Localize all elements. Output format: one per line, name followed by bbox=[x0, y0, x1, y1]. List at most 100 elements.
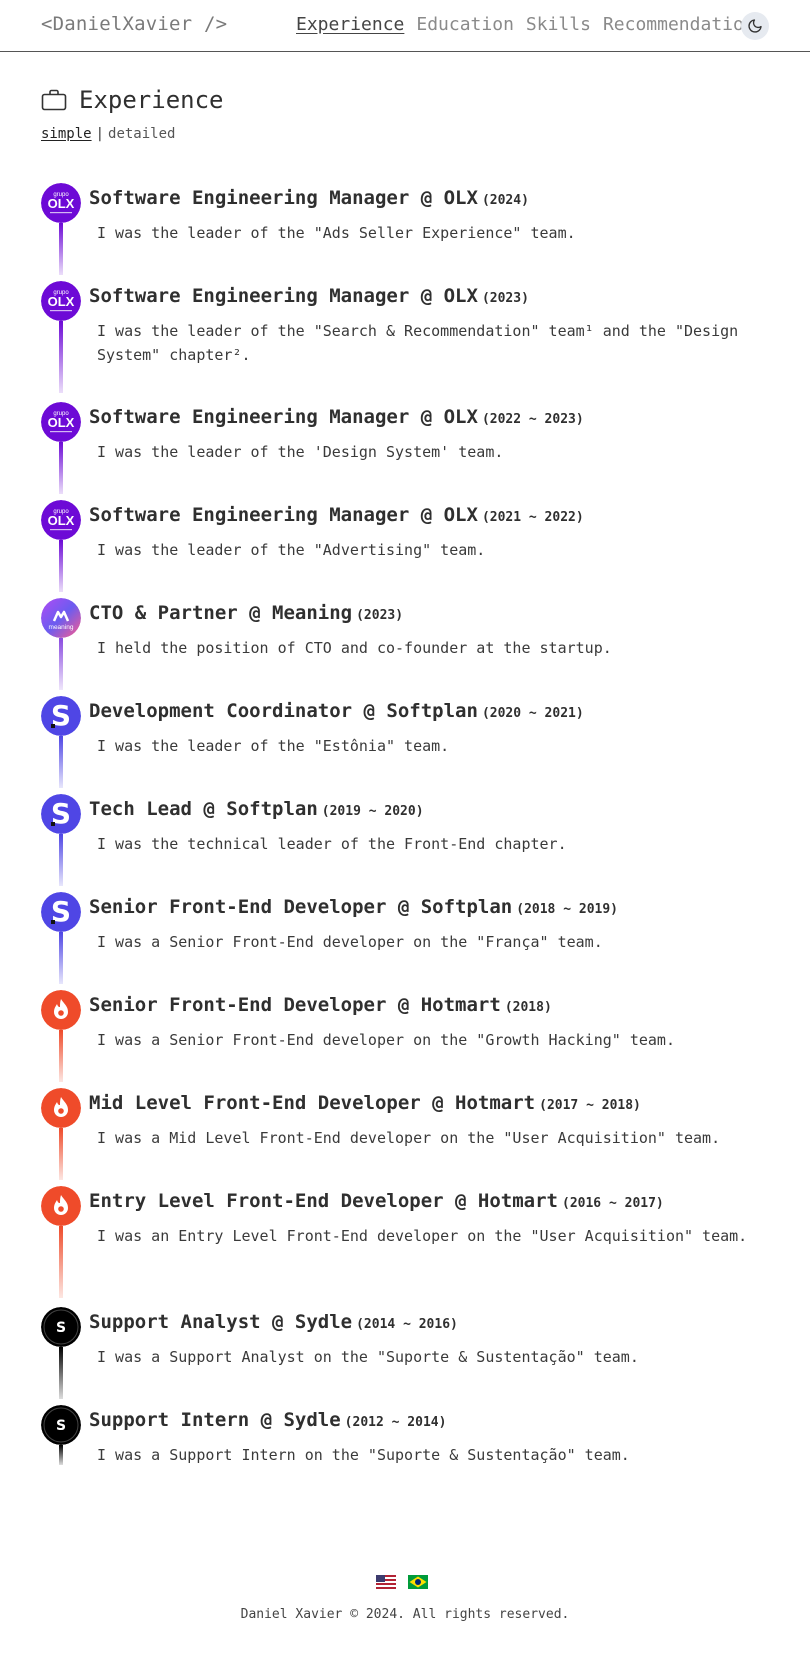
experience-period: (2019 ~ 2020) bbox=[321, 804, 424, 819]
us-flag-icon[interactable] bbox=[376, 1574, 396, 1589]
experience-description: I was the leader of the "Ads Seller Expe… bbox=[97, 224, 576, 242]
experience-period: (2021 ~ 2022) bbox=[481, 510, 584, 525]
experience-period: (2018) bbox=[504, 1000, 552, 1015]
timeline-connector bbox=[59, 736, 63, 788]
logo-text: OLX bbox=[48, 415, 75, 430]
experience-description: I was a Senior Front-End developer on th… bbox=[97, 1031, 675, 1049]
experience-period: (2012 ~ 2014) bbox=[344, 1415, 447, 1430]
sydle-logo-icon: S bbox=[41, 1307, 81, 1347]
logo-text: meaning bbox=[49, 624, 74, 631]
site-logo[interactable]: <DanielXavier /> bbox=[41, 13, 227, 35]
view-simple-link[interactable]: simple bbox=[41, 126, 92, 142]
nav-experience[interactable]: Experience bbox=[296, 14, 404, 35]
experience-description: I was a Support Intern on the "Suporte &… bbox=[97, 1446, 630, 1464]
experience-role: Software Engineering Manager @ OLX bbox=[89, 504, 478, 526]
experience-title: Development Coordinator @ Softplan (2020 … bbox=[89, 700, 584, 722]
experience-role: Senior Front-End Developer @ Hotmart bbox=[89, 994, 501, 1016]
experience-period: (2020 ~ 2021) bbox=[481, 706, 584, 721]
logo-text: OLX bbox=[48, 196, 75, 211]
logo-text: OLX bbox=[48, 513, 75, 528]
view-switch: simple | detailed bbox=[41, 126, 175, 142]
experience-title: Entry Level Front-End Developer @ Hotmar… bbox=[89, 1190, 664, 1212]
nav-skills[interactable]: Skills bbox=[526, 14, 591, 35]
experience-title: Software Engineering Manager @ OLX (2024) bbox=[89, 187, 529, 209]
olx-logo-icon: grupo OLX bbox=[41, 281, 81, 321]
experience-role: Support Intern @ Sydle bbox=[89, 1409, 341, 1431]
experience-description: I was a Support Analyst on the "Suporte … bbox=[97, 1348, 639, 1366]
timeline-connector bbox=[59, 442, 63, 494]
experience-period: (2014 ~ 2016) bbox=[356, 1317, 458, 1332]
softplan-logo-icon: S bbox=[41, 696, 81, 736]
experience-period: (2018 ~ 2019) bbox=[516, 902, 618, 917]
main-nav: Experience Education Skills Recommendati… bbox=[296, 14, 778, 35]
hotmart-logo-icon bbox=[41, 990, 81, 1030]
experience-description: I was the leader of the "Search & Recomm… bbox=[97, 322, 739, 364]
timeline-connector bbox=[59, 1445, 63, 1465]
logo-text: S bbox=[56, 1320, 66, 1336]
hotmart-logo-icon bbox=[41, 1186, 81, 1226]
experience-title: Mid Level Front-End Developer @ Hotmart(… bbox=[89, 1092, 641, 1114]
experience-role: Senior Front-End Developer @ Softplan bbox=[89, 896, 513, 918]
experience-role: Software Engineering Manager @ OLX bbox=[89, 187, 478, 209]
experience-role: Software Engineering Manager @ OLX bbox=[89, 406, 478, 428]
timeline-connector bbox=[59, 321, 63, 393]
logo-text: S bbox=[56, 1418, 66, 1434]
experience-description: I held the position of CTO and co-founde… bbox=[97, 639, 612, 657]
experience-title: Senior Front-End Developer @ Hotmart (201… bbox=[89, 994, 552, 1016]
experience-description: I was the leader of the 'Design System' … bbox=[97, 443, 504, 461]
experience-period: (2016 ~ 2017) bbox=[562, 1196, 664, 1211]
timeline-connector bbox=[59, 1226, 63, 1298]
experience-period: (2023) bbox=[481, 291, 529, 306]
experience-title: Software Engineering Manager @ OLX (2023) bbox=[89, 285, 529, 307]
experience-title: Tech Lead @ Softplan (2019 ~ 2020) bbox=[89, 798, 424, 820]
experience-title: Support Intern @ Sydle (2012 ~ 2014) bbox=[89, 1409, 446, 1431]
experience-role: Entry Level Front-End Developer @ Hotmar… bbox=[89, 1190, 558, 1212]
experience-description: I was the leader of the "Advertising" te… bbox=[97, 541, 486, 559]
theme-toggle-button[interactable] bbox=[741, 12, 769, 40]
brazil-flag-icon[interactable] bbox=[408, 1574, 428, 1589]
softplan-logo-icon: S bbox=[41, 794, 81, 834]
nav-education[interactable]: Education bbox=[416, 14, 514, 35]
experience-role: Mid Level Front-End Developer @ Hotmart bbox=[89, 1092, 536, 1114]
experience-role: Support Analyst @ Sydle bbox=[89, 1311, 353, 1333]
timeline-connector bbox=[59, 638, 63, 690]
timeline-connector bbox=[59, 223, 63, 275]
experience-description: I was the technical leader of the Front-… bbox=[97, 835, 567, 853]
experience-title: Software Engineering Manager @ OLX (2022 … bbox=[89, 406, 584, 428]
copyright-text: Daniel Xavier © 2024. All rights reserve… bbox=[240, 1607, 570, 1622]
timeline-connector bbox=[59, 834, 63, 886]
experience-title: CTO & Partner @ Meaning (2023) bbox=[89, 602, 403, 624]
experience-description: I was a Senior Front-End developer on th… bbox=[97, 933, 603, 951]
experience-description: I was the leader of the "Estônia" team. bbox=[97, 737, 450, 755]
olx-logo-icon: grupo OLX bbox=[41, 402, 81, 442]
view-separator: | bbox=[95, 126, 105, 142]
language-switcher bbox=[376, 1574, 428, 1589]
hotmart-logo-icon bbox=[41, 1088, 81, 1128]
experience-role: Tech Lead @ Softplan bbox=[89, 798, 318, 820]
section-header: Experience bbox=[41, 86, 224, 114]
experience-period: (2023) bbox=[356, 608, 404, 623]
experience-title: Senior Front-End Developer @ Softplan (20… bbox=[89, 896, 618, 918]
timeline-connector bbox=[59, 1347, 63, 1399]
timeline-connector bbox=[59, 540, 63, 592]
experience-period: (2022 ~ 2023) bbox=[481, 412, 584, 427]
timeline-connector bbox=[59, 1030, 63, 1082]
section-title: Experience bbox=[79, 86, 224, 114]
experience-role: Software Engineering Manager @ OLX bbox=[89, 285, 478, 307]
experience-title: Software Engineering Manager @ OLX (2021 … bbox=[89, 504, 584, 526]
experience-period: (2024) bbox=[481, 193, 529, 208]
logo-text: OLX bbox=[48, 294, 75, 309]
experience-title: Support Analyst @ Sydle (2014 ~ 2016) bbox=[89, 1311, 458, 1333]
experience-period: (2017 ~ 2018) bbox=[539, 1098, 641, 1113]
experience-description: I was a Mid Level Front-End developer on… bbox=[97, 1129, 721, 1147]
view-detailed-link[interactable]: detailed bbox=[108, 126, 175, 142]
moon-icon bbox=[748, 19, 762, 33]
experience-description: I was an Entry Level Front-End developer… bbox=[97, 1227, 748, 1245]
timeline-connector bbox=[59, 1128, 63, 1180]
briefcase-icon bbox=[41, 89, 67, 111]
experience-role: CTO & Partner @ Meaning bbox=[89, 602, 353, 624]
meaning-logo-icon: meaning bbox=[41, 598, 81, 638]
olx-logo-icon: grupo OLX bbox=[41, 500, 81, 540]
experience-role: Development Coordinator @ Softplan bbox=[89, 700, 478, 722]
timeline-connector bbox=[59, 932, 63, 984]
